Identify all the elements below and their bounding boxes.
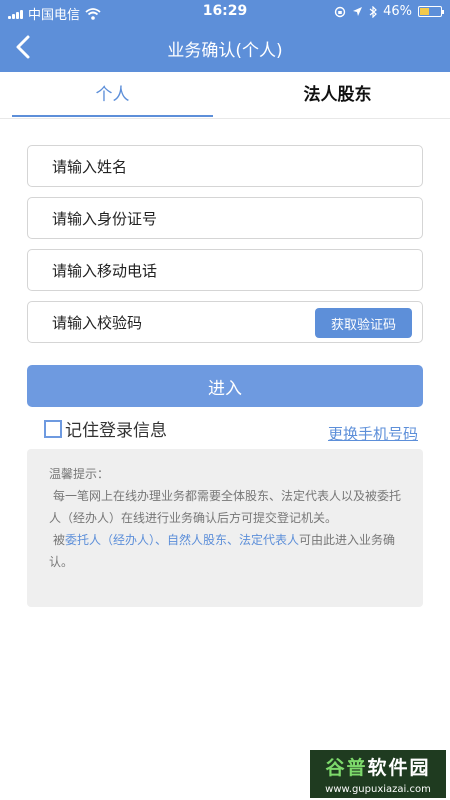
notice-paragraph-1: 每一笔网上在线办理业务都需要全体股东、法定代表人以及被委托人（经办人）在线进行业… <box>49 489 402 525</box>
nav-bar: 业务确认(个人) <box>0 24 450 72</box>
notice-para2-highlight: 委托人（经办人）、自然人股东、法定代表人 <box>65 533 300 547</box>
verification-code-input[interactable] <box>50 302 274 344</box>
phone-input[interactable] <box>50 250 314 292</box>
name-input[interactable] <box>50 146 314 188</box>
bluetooth-icon <box>369 5 377 18</box>
battery-icon <box>418 6 444 17</box>
battery-percent: 46% <box>383 4 412 19</box>
notice-para2-prefix: 被 <box>53 533 66 547</box>
remember-label: 记住登录信息 <box>65 421 167 441</box>
notice-heading: 温馨提示： <box>49 467 110 481</box>
location-icon <box>353 7 363 16</box>
remember-login[interactable]: 记住登录信息 <box>44 416 167 441</box>
page-title: 业务确认(个人) <box>167 41 283 61</box>
status-bar: 中国电信 16:29 46% <box>0 0 450 24</box>
tab-individual[interactable]: 个人 <box>12 72 213 118</box>
verification-code-field: 获取验证码 <box>27 301 423 344</box>
active-tab-indicator <box>12 115 213 117</box>
watermark-brand-b: 软件园 <box>367 757 431 779</box>
notice-box: 温馨提示： 每一笔网上在线办理业务都需要全体股东、法定代表人以及被委托人（经办人… <box>27 449 423 607</box>
watermark-logo: 谷普软件园 www.gupuxiazai.com <box>310 750 446 798</box>
change-phone-link[interactable]: 更换手机号码 <box>328 423 418 444</box>
name-field <box>27 145 423 188</box>
notice-paragraph-2: 被委托人（经办人）、自然人股东、法定代表人可由此进入业务确认。 <box>49 529 401 573</box>
rotation-lock-icon <box>334 6 346 17</box>
tab-corporate-shareholder[interactable]: 法人股东 <box>225 72 450 118</box>
watermark-url: www.gupuxiazai.com <box>325 784 431 795</box>
top-bar: 中国电信 16:29 46% 业务确认(个人) <box>0 0 450 72</box>
enter-button[interactable]: 进入 <box>27 365 423 407</box>
phone-field <box>27 249 423 292</box>
remember-checkbox[interactable] <box>44 419 62 438</box>
tab-bar: 个人 法人股东 <box>0 72 450 119</box>
id-number-field <box>27 197 423 240</box>
watermark-brand-a: 谷普 <box>325 757 368 779</box>
id-number-input[interactable] <box>50 198 314 240</box>
get-code-button[interactable]: 获取验证码 <box>315 308 412 338</box>
